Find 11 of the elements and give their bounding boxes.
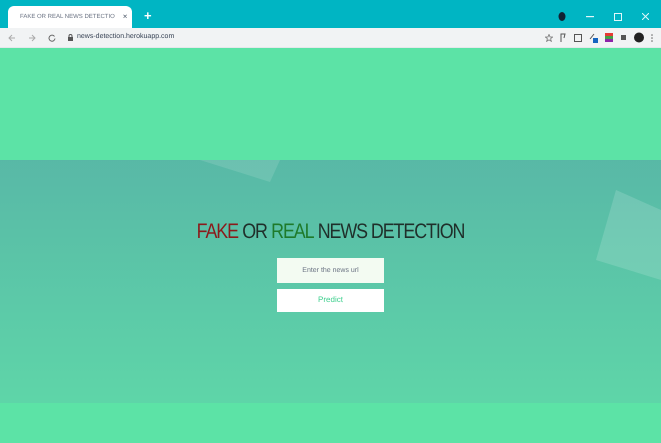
heading-text: FAKE xyxy=(196,219,238,245)
star-icon[interactable] xyxy=(545,34,553,42)
lock-icon xyxy=(68,34,73,41)
reload-icon[interactable] xyxy=(48,34,56,42)
avatar-icon[interactable] xyxy=(634,32,644,43)
extension-icon[interactable] xyxy=(589,32,598,42)
close-tab-button[interactable]: × xyxy=(118,11,128,23)
heading-text: NEWS DETECTION xyxy=(318,219,464,245)
profile-icon[interactable] xyxy=(558,12,566,21)
heading-text: REAL xyxy=(271,219,314,245)
heading-text: OR xyxy=(242,219,267,245)
